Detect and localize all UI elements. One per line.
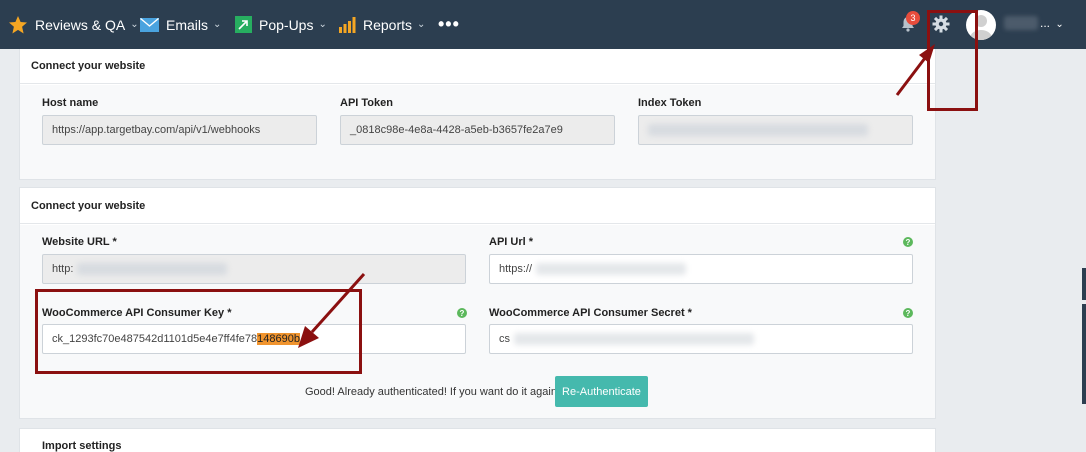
annotation-arrow [895, 44, 935, 96]
annotation-arrow [298, 272, 366, 348]
annotation-arrows [298, 44, 935, 348]
